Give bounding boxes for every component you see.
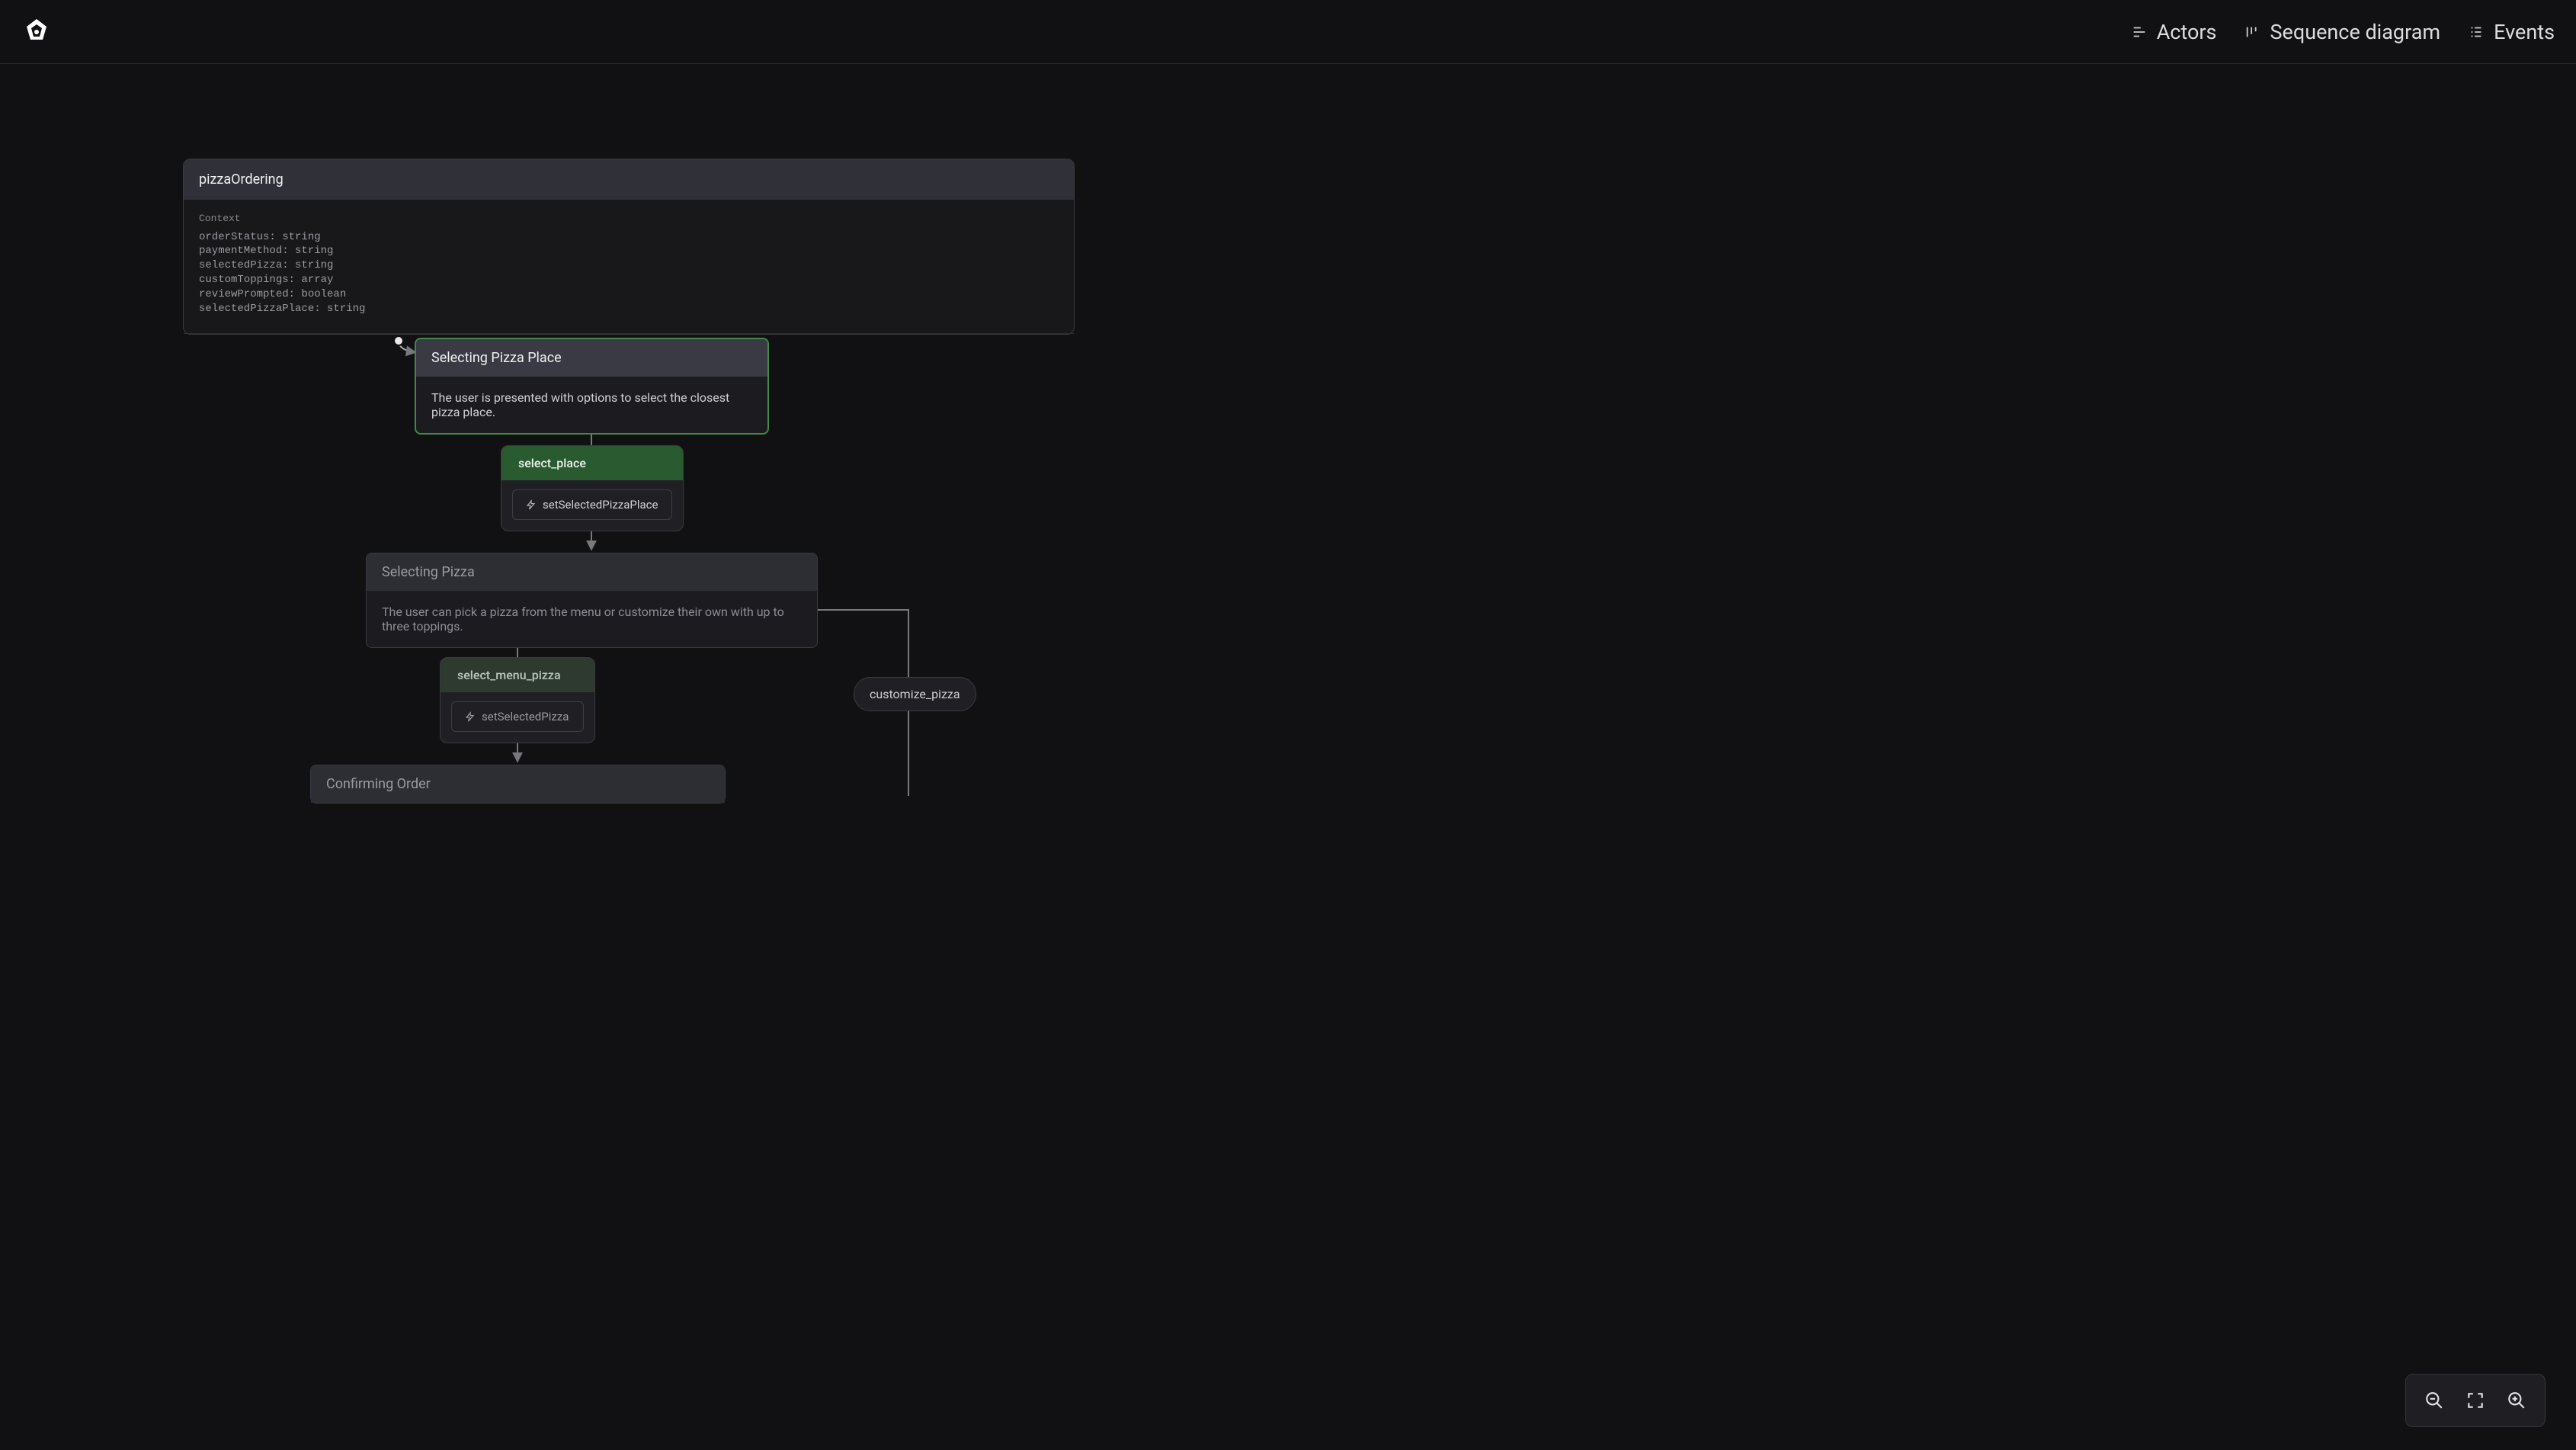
diagram-canvas[interactable]: pizzaOrdering Context orderStatus: strin… xyxy=(0,64,2576,1450)
context-line: customToppings: array xyxy=(199,273,1059,287)
machine-title: pizzaOrdering xyxy=(184,159,1074,200)
event-action: setSelectedPizza xyxy=(451,701,584,732)
event-label: select_menu_pizza xyxy=(441,658,594,692)
event-action: setSelectedPizzaPlace xyxy=(512,489,672,520)
context-line: orderStatus: string xyxy=(199,230,1059,245)
context-line: reviewPrompted: boolean xyxy=(199,287,1059,302)
context-block: Context orderStatus: stringpaymentMethod… xyxy=(184,200,1074,334)
event-select-menu-pizza[interactable]: select_menu_pizza setSelectedPizza xyxy=(440,657,595,743)
context-label: Context xyxy=(199,212,1059,226)
state-title: Selecting Pizza Place xyxy=(416,339,767,377)
state-description: The user is presented with options to se… xyxy=(416,377,767,433)
event-action-label: setSelectedPizza xyxy=(482,710,569,723)
nav-sequence-label: Sequence diagram xyxy=(2270,20,2441,44)
context-line: selectedPizzaPlace: string xyxy=(199,302,1059,316)
initial-state-marker xyxy=(393,335,404,346)
machine-root[interactable]: pizzaOrdering Context orderStatus: strin… xyxy=(183,159,1075,335)
logo[interactable] xyxy=(21,17,52,47)
nav-events-label: Events xyxy=(2494,20,2555,44)
action-icon xyxy=(464,711,476,723)
event-customize-pizza[interactable]: customize_pizza xyxy=(854,677,976,711)
state-title: Selecting Pizza xyxy=(367,553,817,591)
zoom-out-button[interactable] xyxy=(2414,1382,2455,1419)
state-selecting-pizza-place[interactable]: Selecting Pizza Place The user is presen… xyxy=(415,338,769,435)
event-label: customize_pizza xyxy=(870,687,960,701)
state-title: Confirming Order xyxy=(311,765,725,803)
state-description: The user can pick a pizza from the menu … xyxy=(367,591,817,647)
event-label: select_place xyxy=(501,446,683,480)
event-select-place[interactable]: select_place setSelectedPizzaPlace xyxy=(501,445,684,531)
context-line: selectedPizza: string xyxy=(199,258,1059,273)
zoom-in-button[interactable] xyxy=(2496,1382,2537,1419)
nav-actors[interactable]: Actors xyxy=(2131,20,2217,44)
state-selecting-pizza[interactable]: Selecting Pizza The user can pick a pizz… xyxy=(366,553,818,648)
nav-events[interactable]: Events xyxy=(2468,20,2555,44)
action-icon xyxy=(525,499,537,511)
fit-to-screen-button[interactable] xyxy=(2455,1382,2496,1419)
nav-actors-label: Actors xyxy=(2157,20,2217,44)
state-confirming-order[interactable]: Confirming Order xyxy=(310,765,726,804)
context-line: paymentMethod: string xyxy=(199,244,1059,258)
nav-sequence[interactable]: Sequence diagram xyxy=(2244,20,2441,44)
event-action-label: setSelectedPizzaPlace xyxy=(543,498,658,512)
zoom-controls xyxy=(2405,1374,2546,1427)
